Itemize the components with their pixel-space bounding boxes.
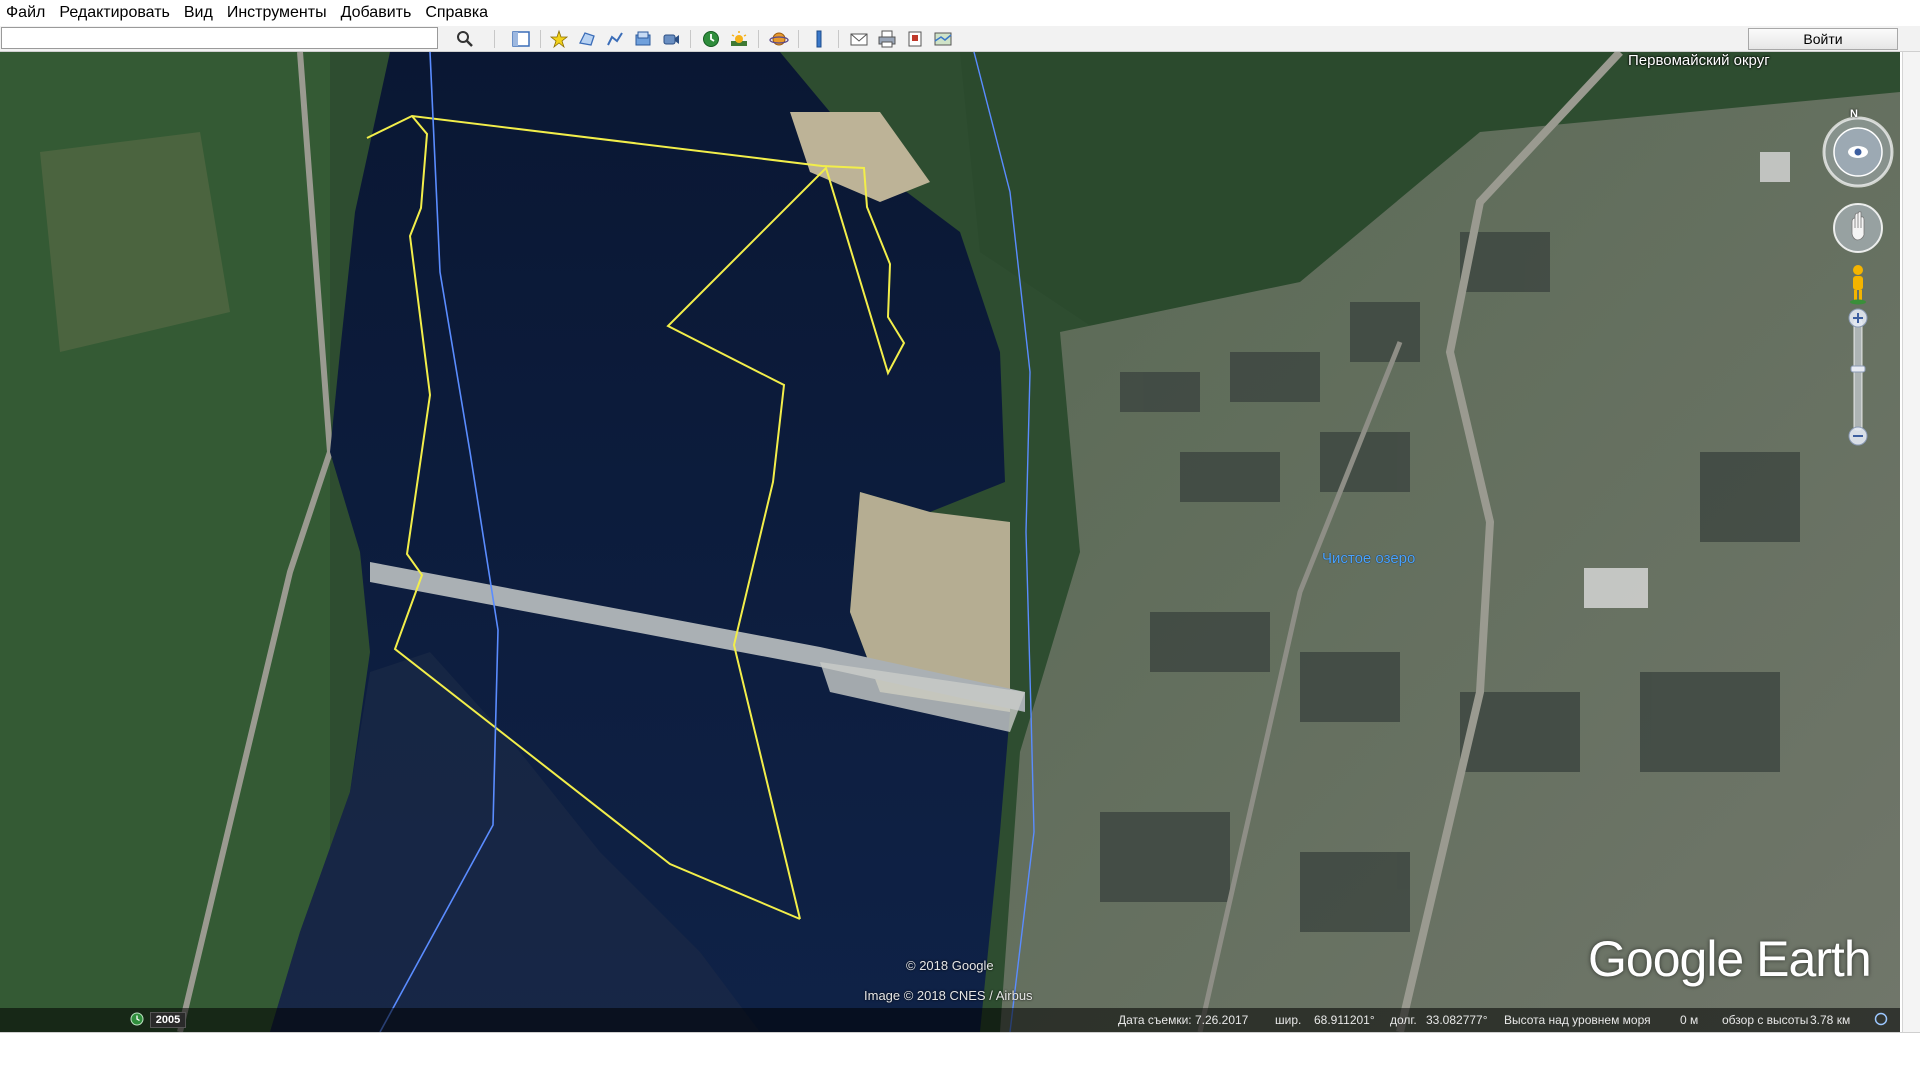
view-in-maps-button[interactable] (930, 28, 956, 50)
copyright-text: © 2018 Google (906, 958, 994, 973)
longitude-value: 33.082777° (1426, 1013, 1488, 1027)
zoom-slider[interactable] (1848, 308, 1868, 446)
tour-icon (663, 34, 679, 45)
elevation-label: Высота над уровнем моря (1504, 1013, 1651, 1027)
add-polygon-button[interactable] (574, 28, 600, 50)
path-icon (607, 32, 623, 46)
print-icon (878, 30, 896, 48)
historical-imagery-button[interactable] (698, 28, 724, 50)
look-around-control[interactable] (1822, 116, 1894, 188)
record-tour-button[interactable] (658, 28, 684, 50)
sidebar-toggle-button[interactable] (508, 28, 534, 50)
pegman-icon (1850, 265, 1866, 305)
eye-altitude-label: обзор с высоты (1722, 1013, 1809, 1027)
image-credit-text: Image © 2018 CNES / Airbus (864, 988, 1033, 1003)
menu-edit[interactable]: Редактировать (59, 4, 170, 22)
district-label[interactable]: Первомайский округ (1628, 52, 1770, 69)
toolbar-separator (540, 30, 541, 48)
streaming-status-icon (1874, 1012, 1888, 1026)
google-earth-window: Файл Редактировать Вид Инструменты Добав… (0, 0, 1920, 1080)
sidebar-icon (512, 31, 530, 47)
switch-planet-button[interactable] (766, 28, 792, 50)
street-view-pegman[interactable] (1850, 265, 1866, 305)
history-clock-icon[interactable] (130, 1012, 144, 1026)
toolbar-separator (838, 30, 839, 48)
menu-tools[interactable]: Инструменты (227, 4, 327, 22)
search-input[interactable] (1, 27, 438, 49)
placemark-icon (549, 29, 569, 49)
historical-year-badge[interactable]: 2005 (150, 1012, 186, 1028)
latitude-value: 68.911201° (1314, 1013, 1375, 1027)
ruler-icon (816, 30, 822, 48)
history-icon (703, 31, 719, 47)
latitude-label: шир. (1275, 1013, 1302, 1027)
google-earth-logo: Google Earth (1588, 931, 1872, 987)
zoom-slider-thumb[interactable] (1850, 365, 1866, 373)
map-viewport[interactable]: Первомайский округ Чистое озеро © 2018 G… (0, 52, 1900, 1032)
satellite-imagery (0, 52, 1900, 1032)
toolbar-separator (758, 30, 759, 48)
email-button[interactable] (846, 28, 872, 50)
eye-altitude-value: 3.78 км (1810, 1013, 1851, 1027)
menu-file[interactable]: Файл (6, 4, 45, 22)
status-bar: 2005 Дата съемки: 7.26.2017 шир. 68.9112… (0, 1008, 1900, 1032)
search-icon (457, 31, 473, 47)
ruler-button[interactable] (806, 28, 832, 50)
lake-label[interactable]: Чистое озеро (1322, 550, 1415, 567)
menu-bar: Файл Редактировать Вид Инструменты Добав… (0, 0, 1920, 26)
bottom-panel-area (8, 1039, 1912, 1073)
sunlight-button[interactable] (726, 28, 752, 50)
add-placemark-button[interactable] (546, 28, 572, 50)
polygon-icon (579, 32, 595, 46)
save-image-button[interactable] (902, 28, 928, 50)
menu-help[interactable]: Справка (425, 4, 488, 22)
move-control[interactable] (1833, 203, 1883, 253)
email-icon (850, 33, 868, 46)
menu-view[interactable]: Вид (184, 4, 213, 22)
compass-north-letter: N (1850, 108, 1858, 120)
save-image-icon (908, 31, 922, 47)
navigation-controls: N (1816, 104, 1900, 454)
print-button[interactable] (874, 28, 900, 50)
maps-icon (934, 32, 952, 46)
toolbar-separator (494, 30, 495, 48)
planet-icon (769, 32, 789, 46)
toolbar: Войти (0, 26, 1920, 52)
add-overlay-button[interactable] (630, 28, 656, 50)
zoom-in-button[interactable] (1848, 308, 1868, 328)
search-button[interactable] (452, 28, 478, 50)
add-path-button[interactable] (602, 28, 628, 50)
toolbar-separator (690, 30, 691, 48)
longitude-label: долг. (1390, 1013, 1417, 1027)
login-button[interactable]: Войти (1748, 28, 1898, 50)
overlay-icon (635, 31, 651, 46)
window-right-strip (1902, 52, 1920, 1032)
elevation-value: 0 м (1680, 1013, 1699, 1027)
menu-add[interactable]: Добавить (341, 4, 412, 22)
sun-icon (731, 31, 747, 46)
toolbar-separator (798, 30, 799, 48)
capture-date: Дата съемки: 7.26.2017 (1118, 1013, 1249, 1027)
zoom-out-button[interactable] (1848, 426, 1868, 446)
bottom-panel (0, 1032, 1920, 1080)
eye-icon (1848, 146, 1868, 158)
